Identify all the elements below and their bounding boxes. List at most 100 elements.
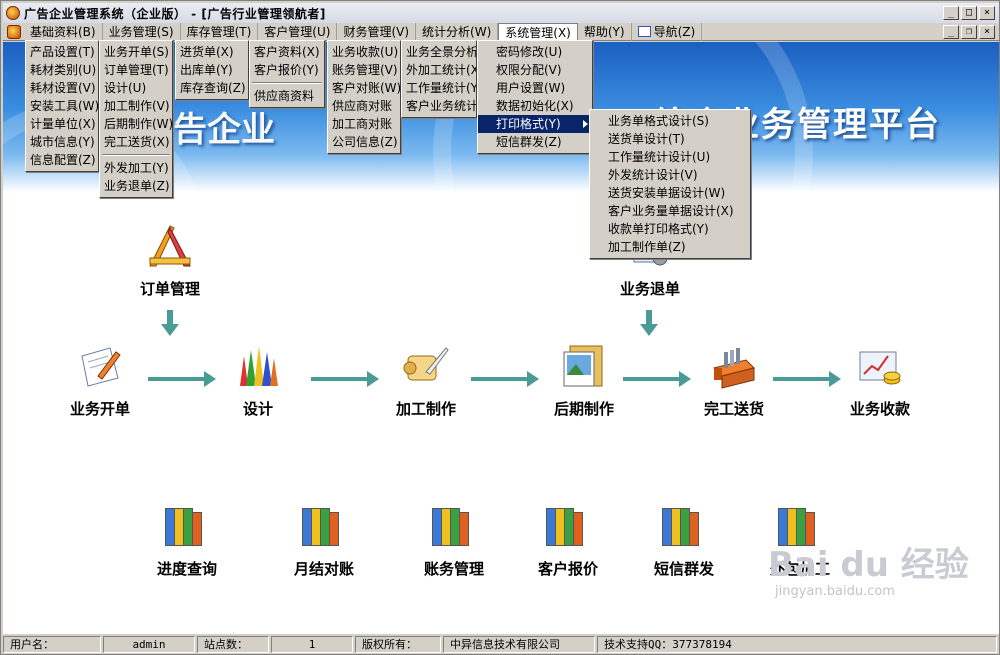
status-user-label: 用户名： [3, 635, 101, 653]
shortcut-label: 进度查询 [156, 560, 217, 578]
mdi-document-icon[interactable] [7, 24, 21, 39]
flow-step-design[interactable]: 设计 [203, 342, 313, 419]
menu-caiwu[interactable]: 财务管理(V) [337, 22, 417, 41]
menu-item[interactable]: 外发加工(Y) [100, 159, 172, 177]
flow-label: 完工送货 [703, 400, 764, 418]
shortcut-accounts[interactable]: 账务管理 [399, 502, 509, 579]
menu-item[interactable]: 收款单打印格式(Y) [590, 220, 750, 238]
menu-item[interactable]: 供应商对账 [328, 97, 400, 115]
menu-item[interactable]: 外加工统计(X) [402, 61, 476, 79]
menu-bar: 基础资料(B) 业务管理(S) 库存管理(T) 客户管理(U) 财务管理(V) … [3, 22, 999, 41]
chart-coins-icon [856, 342, 904, 390]
minimize-button[interactable]: _ [943, 6, 959, 20]
menu-item[interactable]: 设计(U) [100, 79, 172, 97]
window-controls: _ □ × [943, 6, 995, 20]
menu-item[interactable]: 后期制作(W) [100, 115, 173, 133]
menu-kehu[interactable]: 客户管理(U) [258, 22, 338, 41]
menu-item[interactable]: 工作量统计设计(U) [590, 148, 750, 166]
menu-item[interactable]: 送货单设计(T) [590, 130, 750, 148]
menu-item[interactable]: 客户报价(Y) [250, 61, 324, 79]
flow-label: 业务退单 [619, 280, 680, 298]
menu-item[interactable]: 客户对账(W) [328, 79, 401, 97]
main-workspace: 订单管理 业务退单 业务开单 设计 加工制作 后期制作 完工送货 业务收款 进度… [3, 192, 999, 633]
menu-item[interactable]: 计量单位(X) [26, 115, 98, 133]
menu-item[interactable]: 业务收款(U) [328, 43, 400, 61]
flow-arrow-right [773, 371, 841, 387]
menu-item[interactable]: 安装工具(W) [26, 97, 99, 115]
menu-item[interactable]: 加工制作(V) [100, 97, 172, 115]
menu-item[interactable]: 耗材设置(V) [26, 79, 98, 97]
shortcut-customer-quote[interactable]: 客户报价 [513, 502, 623, 579]
menu-nav[interactable]: 导航(Z) [632, 22, 703, 41]
flow-step-new-order[interactable]: 业务开单 [45, 342, 155, 419]
shortcut-monthly-statement[interactable]: 月结对账 [269, 502, 379, 579]
menu-xitong[interactable]: 系统管理(X) [498, 22, 578, 41]
books-icon [430, 502, 478, 550]
menu-item[interactable]: 短信群发(Z) [478, 133, 592, 151]
books-icon [660, 502, 708, 550]
flow-arrow-right [311, 371, 379, 387]
dropdown-caiwu: 业务收款(U) 账务管理(V) 客户对账(W) 供应商对账 加工商对账 公司信息… [327, 40, 401, 154]
submenu-arrow-icon [583, 120, 588, 128]
flow-arrow-right [471, 371, 539, 387]
menu-item[interactable]: 库存查询(Z) [176, 79, 248, 97]
menu-item[interactable]: 客户业务统计 [402, 97, 476, 115]
menu-item[interactable]: 订单管理(T) [100, 61, 172, 79]
mdi-restore-button[interactable]: ❐ [961, 25, 977, 39]
menu-item[interactable]: 客户业务量单据设计(X) [590, 202, 750, 220]
menu-item[interactable]: 业务全景分析 [402, 43, 476, 61]
ruler-compass-icon [146, 222, 194, 270]
menu-item[interactable]: 权限分配(V) [478, 61, 592, 79]
menu-item[interactable]: 外发统计设计(V) [590, 166, 750, 184]
menu-item-print-format[interactable]: 打印格式(Y) [478, 115, 592, 133]
menu-item[interactable]: 出库单(Y) [176, 61, 248, 79]
menu-item[interactable]: 完工送货(X) [100, 133, 172, 151]
shortcut-label: 账务管理 [423, 560, 484, 578]
menu-item[interactable]: 公司信息(Z) [328, 133, 400, 151]
dropdown-xitong: 密码修改(U) 权限分配(V) 用户设置(W) 数据初始化(X) 打印格式(Y)… [477, 40, 593, 154]
menu-item[interactable]: 信息配置(Z) [26, 151, 98, 169]
flow-label: 订单管理 [139, 280, 200, 298]
menu-item[interactable]: 账务管理(V) [328, 61, 400, 79]
menu-item[interactable]: 加工商对账 [328, 115, 400, 133]
menu-item[interactable]: 业务开单(S) [100, 43, 172, 61]
menu-item[interactable]: 供应商资料 [250, 87, 324, 105]
dropdown-jichu: 产品设置(T) 耗材类别(U) 耗材设置(V) 安装工具(W) 计量单位(X) … [25, 40, 99, 172]
status-copyright-value: 中异信息技术有限公司 [443, 635, 595, 653]
menu-separator [252, 82, 322, 84]
menu-tongji[interactable]: 统计分析(W) [416, 22, 499, 41]
shortcut-sms[interactable]: 短信群发 [629, 502, 739, 579]
menu-item[interactable]: 客户资料(X) [250, 43, 324, 61]
menu-item[interactable]: 耗材类别(U) [26, 61, 98, 79]
flow-label: 后期制作 [553, 400, 614, 418]
menu-item[interactable]: 城市信息(Y) [26, 133, 98, 151]
app-window: 广告企业管理系统（企业版） - [广告行业管理领航者] _ □ × 基础资料(B… [0, 0, 1000, 655]
menu-item[interactable]: 用户设置(W) [478, 79, 592, 97]
title-bar: 广告企业管理系统（企业版） - [广告行业管理领航者] _ □ × [3, 3, 999, 23]
mdi-close-button[interactable]: × [979, 25, 995, 39]
menu-help[interactable]: 帮助(Y) [578, 22, 632, 41]
menu-item[interactable]: 送货安装单据设计(W) [590, 184, 750, 202]
menu-item[interactable]: 加工制作单(Z) [590, 238, 750, 256]
status-site-label: 站点数： [197, 635, 269, 653]
close-button[interactable]: × [979, 6, 995, 20]
menu-item[interactable]: 产品设置(T) [26, 43, 98, 61]
menu-item[interactable]: 业务单格式设计(S) [590, 112, 750, 130]
app-logo-icon [6, 6, 20, 20]
menu-yewu[interactable]: 业务管理(S) [103, 22, 181, 41]
shortcut-progress-query[interactable]: 进度查询 [132, 502, 242, 579]
status-copyright-label: 版权所有： [355, 635, 441, 653]
menu-item[interactable]: 密码修改(U) [478, 43, 592, 61]
menu-kucun[interactable]: 库存管理(T) [181, 22, 259, 41]
flow-order-management[interactable]: 订单管理 [115, 222, 225, 299]
picture-folder-icon [560, 342, 608, 390]
menu-item[interactable]: 业务退单(Z) [100, 177, 172, 195]
menu-item[interactable]: 数据初始化(X) [478, 97, 592, 115]
maximize-button[interactable]: □ [961, 6, 977, 20]
flow-step-processing[interactable]: 加工制作 [371, 342, 481, 419]
mdi-minimize-button[interactable]: _ [943, 25, 959, 39]
menu-item[interactable]: 工作量统计(Y) [402, 79, 476, 97]
menu-item[interactable]: 进货单(X) [176, 43, 248, 61]
menu-jichu[interactable]: 基础资料(B) [24, 22, 103, 41]
flow-step-payment[interactable]: 业务收款 [825, 342, 935, 419]
